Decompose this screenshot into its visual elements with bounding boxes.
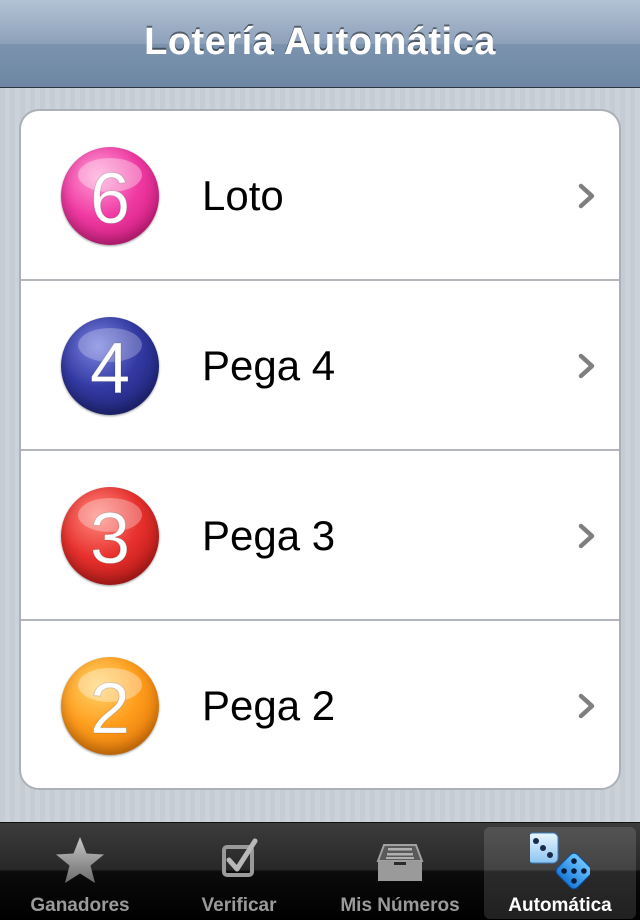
- checkbox-icon: [222, 838, 258, 877]
- tab-label: Ganadores: [30, 895, 130, 916]
- tab-mis-numeros[interactable]: Mis Números: [324, 827, 476, 919]
- page-title: Lotería Automática: [144, 21, 496, 63]
- chevron-right-icon: [578, 183, 595, 209]
- dice-icon: [530, 832, 590, 890]
- lottery-list: 6 Loto 4 Pega 4 3 Pega 3 2 Pega 2: [19, 109, 621, 790]
- tab-label: Automática: [508, 895, 612, 916]
- list-item-label: Pega 4: [202, 342, 336, 389]
- list-item-loto[interactable]: 6 Loto: [21, 111, 619, 281]
- star-icon: [56, 837, 104, 883]
- tab-automatica[interactable]: Automática: [484, 827, 636, 919]
- ball-number: 3: [90, 499, 130, 579]
- list-item-pega-4[interactable]: 4 Pega 4: [21, 281, 619, 451]
- tab-ganadores[interactable]: Ganadores: [4, 827, 156, 919]
- inbox-tray-icon: [376, 844, 424, 881]
- navigation-bar: Lotería Automática: [0, 0, 640, 88]
- ball-number: 6: [90, 159, 130, 239]
- tab-verificar[interactable]: Verificar: [163, 827, 315, 919]
- number-ball-icon: 6: [61, 147, 159, 245]
- number-ball-icon: 4: [61, 317, 159, 415]
- tab-label: Mis Números: [340, 895, 460, 916]
- list-item-pega-2[interactable]: 2 Pega 2: [21, 621, 619, 788]
- number-ball-icon: 2: [61, 657, 159, 755]
- list-item-label: Pega 3: [202, 512, 336, 559]
- list-item-pega-3[interactable]: 3 Pega 3: [21, 451, 619, 621]
- ball-number: 4: [90, 329, 130, 409]
- chevron-right-icon: [578, 693, 595, 719]
- list-item-label: Pega 2: [202, 682, 336, 729]
- number-ball-icon: 3: [61, 487, 159, 585]
- ball-number: 2: [90, 669, 130, 749]
- chevron-right-icon: [578, 523, 595, 549]
- tab-label: Verificar: [201, 895, 277, 916]
- list-item-label: Loto: [202, 172, 284, 219]
- chevron-right-icon: [578, 353, 595, 379]
- tab-bar: Ganadores Verificar Mis Números Automáti…: [0, 822, 640, 920]
